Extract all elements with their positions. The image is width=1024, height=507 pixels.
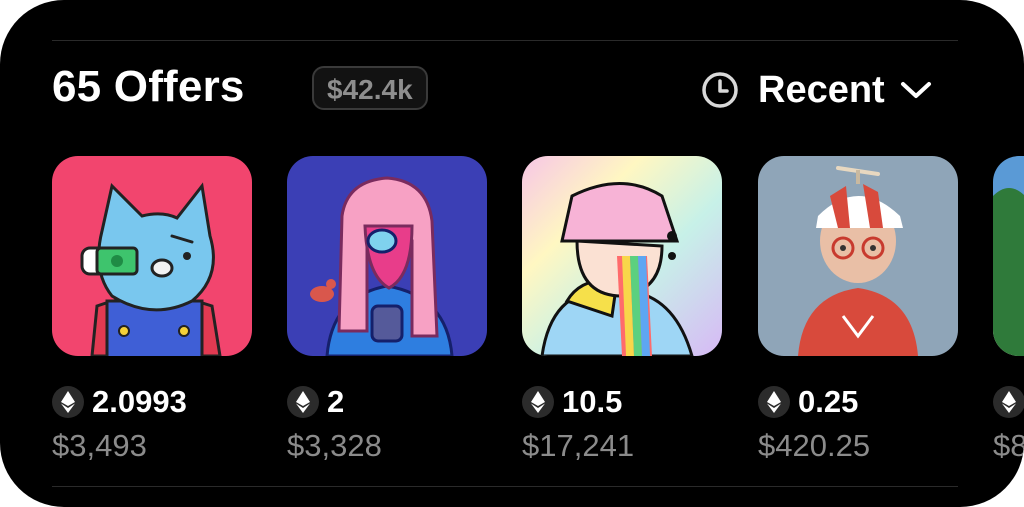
- eth-price-row: 2.0993: [52, 384, 187, 420]
- nft-thumbnail-girl[interactable]: [287, 156, 487, 356]
- offer-item[interactable]: 2 $3,328: [287, 156, 487, 463]
- eth-price-row: 2: [287, 384, 344, 420]
- total-value-badge: $42.4k: [312, 66, 428, 110]
- nft-thumbnail-rainbow[interactable]: [522, 156, 722, 356]
- top-divider: [52, 40, 958, 41]
- eth-price-row: [993, 384, 1024, 420]
- eth-amount: 10.5: [562, 384, 623, 419]
- ethereum-icon: [287, 386, 319, 418]
- sort-dropdown[interactable]: Recent: [700, 66, 933, 114]
- eth-amount: 2: [327, 384, 345, 419]
- ethereum-icon: [522, 386, 554, 418]
- offers-card: 65 Offers $42.4k Recent 2.0993 $3,493 2 …: [0, 0, 1024, 507]
- eth-amount: 0.25: [798, 384, 859, 419]
- offer-item[interactable]: $8: [993, 156, 1024, 463]
- usd-amount: $3,493: [52, 428, 147, 463]
- offer-item[interactable]: 0.25 $420.25: [758, 156, 958, 463]
- nft-thumbnail-landscape[interactable]: [993, 156, 1024, 356]
- nft-thumbnail-cat[interactable]: [52, 156, 252, 356]
- chevron-down-icon: [900, 82, 931, 98]
- ethereum-icon: [993, 386, 1024, 418]
- usd-amount: $17,241: [522, 428, 635, 463]
- eth-price-row: 0.25: [758, 384, 858, 420]
- offer-item[interactable]: 10.5 $17,241: [522, 156, 722, 463]
- offers-title: 65 Offers: [52, 62, 245, 111]
- sort-label: Recent: [758, 68, 885, 111]
- usd-amount: $420.25: [758, 428, 871, 463]
- clock-icon: [702, 72, 738, 108]
- ethereum-icon: [758, 386, 790, 418]
- usd-amount: $3,328: [287, 428, 382, 463]
- eth-amount: 2.0993: [92, 384, 187, 419]
- bottom-divider: [52, 486, 958, 487]
- offer-item[interactable]: 2.0993 $3,493: [52, 156, 252, 463]
- usd-amount: $8: [993, 428, 1024, 463]
- nft-thumbnail-propeller-kid[interactable]: [758, 156, 958, 356]
- ethereum-icon: [52, 386, 84, 418]
- eth-price-row: 10.5: [522, 384, 622, 420]
